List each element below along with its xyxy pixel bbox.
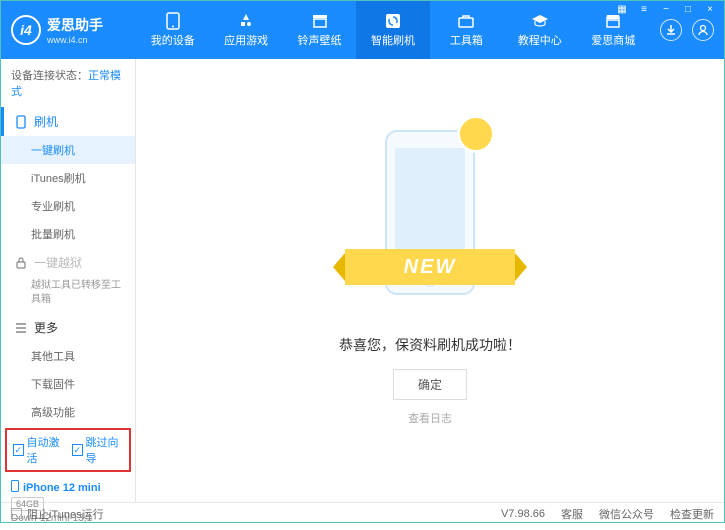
nav-toolbox[interactable]: 工具箱 — [430, 1, 503, 59]
app-title: 爱思助手 — [47, 15, 103, 35]
success-message: 恭喜您，保资料刷机成功啦！ — [339, 335, 521, 355]
section-title: 更多 — [34, 319, 58, 336]
app-url: www.i4.cn — [47, 35, 103, 45]
update-link[interactable]: 检查更新 — [670, 506, 714, 522]
nav-my-device[interactable]: 我的设备 — [136, 1, 209, 59]
wechat-link[interactable]: 微信公众号 — [599, 506, 654, 522]
close-icon[interactable]: × — [701, 2, 719, 16]
nav-label: 工具箱 — [450, 32, 483, 48]
version-label: V7.98.66 — [501, 508, 545, 520]
maximize-icon[interactable]: □ — [679, 2, 697, 16]
device-phone-icon — [11, 480, 19, 495]
nav-label: 应用游戏 — [224, 32, 268, 48]
sidebar-section-flash[interactable]: 刷机 — [1, 107, 135, 136]
refresh-icon — [384, 12, 402, 30]
checkbox-highlight: ✓自动激活 ✓跳过向导 — [5, 428, 131, 472]
sidebar-item-oneclick[interactable]: 一键刷机 — [1, 136, 135, 164]
user-button[interactable] — [692, 19, 714, 41]
menu2-icon[interactable]: ≡ — [635, 2, 653, 16]
jailbreak-note: 越狱工具已转移至工具箱 — [1, 277, 135, 313]
sidebar-item-advanced[interactable]: 高级功能 — [1, 398, 135, 426]
section-title: 刷机 — [34, 113, 58, 130]
main-nav: 我的设备 应用游戏 铃声壁纸 智能刷机 工具箱 教程中心 — [136, 1, 650, 59]
status-label: 设备连接状态： — [11, 70, 88, 82]
logo[interactable]: i4 爱思助手 www.i4.cn — [1, 1, 136, 59]
minimize-icon[interactable]: − — [657, 2, 675, 16]
phone-illustration: NEW — [365, 115, 495, 315]
nav-tutorial[interactable]: 教程中心 — [503, 1, 576, 59]
sidebar-section-more[interactable]: 更多 — [1, 313, 135, 342]
logo-icon: i4 — [11, 15, 41, 45]
section-title: 一键越狱 — [34, 254, 82, 271]
sidebar-section-jailbreak[interactable]: 一键越狱 — [1, 248, 135, 277]
toolbox-icon — [457, 12, 475, 30]
sidebar: 设备连接状态：正常模式 刷机 一键刷机 iTunes刷机 专业刷机 批量刷机 一… — [1, 59, 136, 502]
nav-label: 爱思商城 — [591, 32, 635, 48]
checkbox-block-itunes[interactable]: 阻止iTunes运行 — [11, 506, 104, 522]
device-info[interactable]: iPhone 12 mini 64GB Down-12mini-13,1 — [1, 474, 135, 530]
lock-icon — [14, 256, 28, 270]
new-ribbon: NEW — [345, 249, 515, 285]
phone-small-icon — [14, 115, 28, 129]
checkbox-skip-guide[interactable]: ✓跳过向导 — [72, 434, 123, 466]
sidebar-item-batch[interactable]: 批量刷机 — [1, 220, 135, 248]
nav-flash[interactable]: 智能刷机 — [356, 1, 429, 59]
confirm-button[interactable]: 确定 — [393, 369, 467, 400]
phone-icon — [164, 12, 182, 30]
view-log-link[interactable]: 查看日志 — [408, 410, 452, 426]
device-name-label: iPhone 12 mini — [23, 482, 101, 494]
sidebar-item-itunes[interactable]: iTunes刷机 — [1, 164, 135, 192]
sidebar-item-pro[interactable]: 专业刷机 — [1, 192, 135, 220]
more-icon — [14, 321, 28, 335]
service-link[interactable]: 客服 — [561, 506, 583, 522]
apps-icon — [237, 12, 255, 30]
sidebar-item-other[interactable]: 其他工具 — [1, 342, 135, 370]
badge-icon — [457, 115, 495, 153]
nav-label: 智能刷机 — [371, 32, 415, 48]
nav-apps[interactable]: 应用游戏 — [209, 1, 282, 59]
nav-label: 铃声壁纸 — [298, 32, 342, 48]
connection-status: 设备连接状态：正常模式 — [1, 59, 135, 107]
checkbox-auto-activate[interactable]: ✓自动激活 — [13, 434, 64, 466]
sidebar-item-firmware[interactable]: 下载固件 — [1, 370, 135, 398]
graduation-icon — [531, 12, 549, 30]
nav-label: 我的设备 — [151, 32, 195, 48]
main-content: NEW 恭喜您，保资料刷机成功啦！ 确定 查看日志 — [136, 59, 724, 502]
nav-label: 教程中心 — [518, 32, 562, 48]
download-button[interactable] — [660, 19, 682, 41]
menu-icon[interactable]: ▦ — [613, 2, 631, 16]
nav-ringtones[interactable]: 铃声壁纸 — [283, 1, 356, 59]
archive-icon — [311, 12, 329, 30]
